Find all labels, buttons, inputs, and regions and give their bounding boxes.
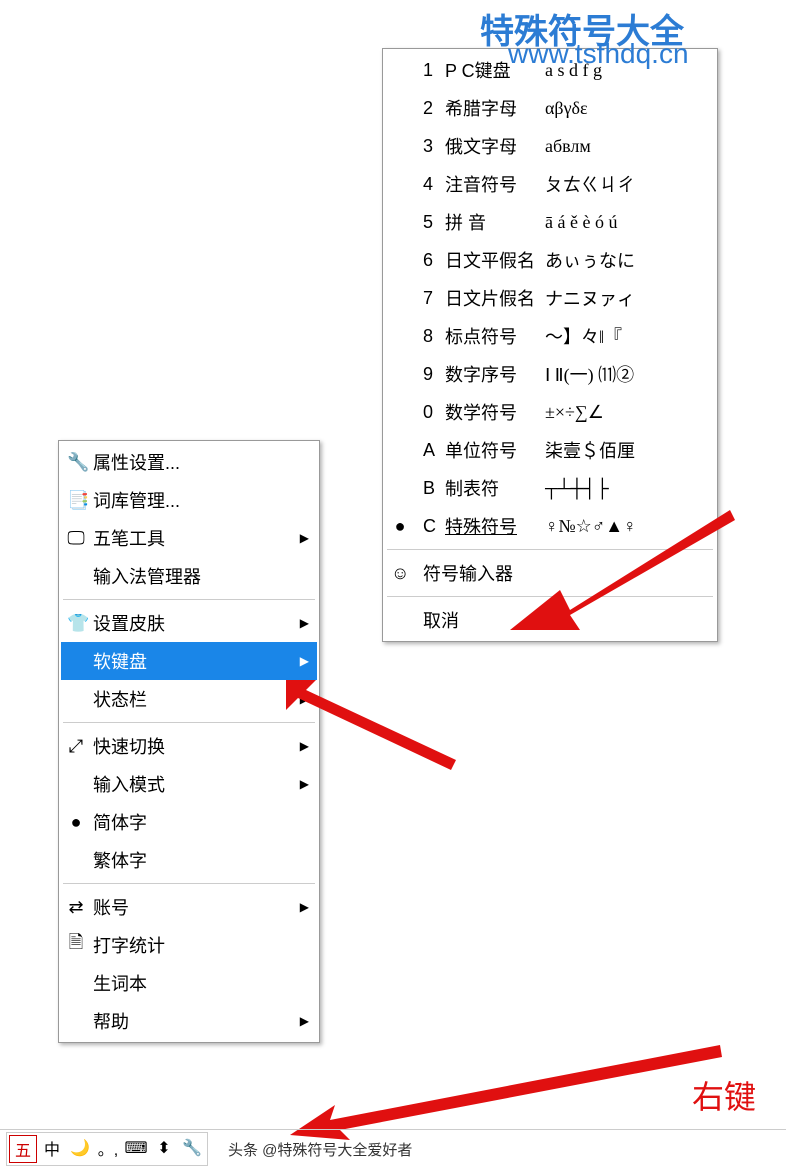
ime-toolbar-item-4[interactable]: ⌨ xyxy=(123,1135,149,1161)
menu-item-16[interactable]: 生词本 xyxy=(61,964,317,1002)
menu-label: 账号 xyxy=(93,894,129,920)
menu-label: 打字统计 xyxy=(93,932,165,958)
menu-item-9[interactable]: ⤢ 快速切换 ▶ xyxy=(61,727,317,765)
menu-label: 帮助 xyxy=(93,1008,129,1034)
annotation-right-click: 右键 xyxy=(692,1072,756,1118)
submenu-arrow-icon: ▶ xyxy=(300,692,309,706)
menu-item-1[interactable]: 📑 词库管理... xyxy=(61,481,317,519)
submenu-arrow-icon: ▶ xyxy=(300,1014,309,1028)
ime-toolbar: 五中🌙。,⌨⬍🔧 xyxy=(6,1132,208,1166)
menu-icon: ⇄ xyxy=(67,897,85,918)
ime-toolbar-item-0[interactable]: 五 xyxy=(9,1135,37,1163)
menu-label: 繁体字 xyxy=(93,847,147,873)
menu-label: 简体字 xyxy=(93,809,147,835)
softkb-item-12[interactable]: ●C特殊符号♀№☆♂▲♀ xyxy=(385,507,715,545)
submenu-arrow-icon: ▶ xyxy=(300,616,309,630)
softkb-item-7[interactable]: 8标点符号～】々‖『 xyxy=(385,317,715,355)
menu-label: 输入法管理器 xyxy=(93,563,201,589)
menu-item-10[interactable]: 输入模式 ▶ xyxy=(61,765,317,803)
menu-item-17[interactable]: 帮助 ▶ xyxy=(61,1002,317,1040)
menu-item-3[interactable]: 输入法管理器 xyxy=(61,557,317,595)
menu-label: 生词本 xyxy=(93,970,147,996)
softkb-item-11[interactable]: B制表符┬┴┼┤├ xyxy=(385,469,715,507)
ime-toolbar-item-1[interactable]: 中 xyxy=(39,1135,65,1161)
menu-icon: ⤢ xyxy=(67,736,85,757)
menu-label: 输入模式 xyxy=(93,771,165,797)
menu-item-7[interactable]: 状态栏 ▶ xyxy=(61,680,317,718)
menu-item-2[interactable]: 🖵 五笔工具 ▶ xyxy=(61,519,317,557)
softkb-item-14[interactable]: ☺符号输入器 xyxy=(385,554,715,592)
menu-icon: 🖵 xyxy=(67,528,85,549)
menu-item-14[interactable]: ⇄ 账号 ▶ xyxy=(61,888,317,926)
menu-label: 软键盘 xyxy=(93,648,147,674)
context-menu-main: 🔧属性设置...📑词库管理...🖵五笔工具▶输入法管理器👕设置皮肤▶软键盘▶状态… xyxy=(58,440,320,1043)
menu-item-5[interactable]: 👕 设置皮肤 ▶ xyxy=(61,604,317,642)
menu-icon: ● xyxy=(391,516,409,537)
menu-label: 词库管理... xyxy=(93,487,180,513)
menu-item-12[interactable]: 繁体字 xyxy=(61,841,317,879)
submenu-arrow-icon: ▶ xyxy=(300,654,309,668)
menu-icon: 🗎 xyxy=(67,930,85,960)
softkb-item-1[interactable]: 2希腊字母αβγδε xyxy=(385,89,715,127)
softkb-item-10[interactable]: A单位符号柒壹＄佰厘 xyxy=(385,431,715,469)
menu-label: 五笔工具 xyxy=(93,525,165,551)
softkb-item-2[interactable]: 3俄文字母абвлм xyxy=(385,127,715,165)
menu-label: 设置皮肤 xyxy=(93,610,165,636)
menu-icon: 🔧 xyxy=(67,452,85,473)
softkb-item-3[interactable]: 4注音符号ㄆㄊㄍㄐㄔ xyxy=(385,165,715,203)
menu-item-11[interactable]: ● 简体字 xyxy=(61,803,317,841)
menu-item-6[interactable]: 软键盘 ▶ xyxy=(61,642,317,680)
menu-item-0[interactable]: 🔧 属性设置... xyxy=(61,443,317,481)
context-menu-softkeyboard: 1P C键盘a s d f g2希腊字母αβγδε3俄文字母абвлм4注音符号… xyxy=(382,48,718,642)
submenu-arrow-icon: ▶ xyxy=(300,777,309,791)
menu-icon: ● xyxy=(67,812,85,833)
softkb-item-6[interactable]: 7日文片假名ナニヌァィ xyxy=(385,279,715,317)
submenu-arrow-icon: ▶ xyxy=(300,739,309,753)
menu-icon: ☺ xyxy=(391,563,409,584)
menu-label: 状态栏 xyxy=(93,686,147,712)
submenu-arrow-icon: ▶ xyxy=(300,531,309,545)
softkb-item-8[interactable]: 9数字序号Ⅰ Ⅱ(一) ⑾② xyxy=(385,355,715,393)
watermark-url: www.tsfhdq.cn xyxy=(508,38,689,70)
menu-label: 属性设置... xyxy=(93,449,180,475)
menu-icon: 👕 xyxy=(67,613,85,634)
softkb-item-16[interactable]: 取消 xyxy=(385,601,715,639)
softkb-item-9[interactable]: 0数学符号±×÷∑∠ xyxy=(385,393,715,431)
menu-label: 快速切换 xyxy=(93,733,165,759)
menu-icon: 📑 xyxy=(67,490,85,511)
ime-toolbar-item-2[interactable]: 🌙 xyxy=(67,1135,93,1161)
ime-status-bar: 五中🌙。,⌨⬍🔧 头条 @特殊符号大全爱好者 xyxy=(0,1129,786,1168)
submenu-arrow-icon: ▶ xyxy=(300,900,309,914)
status-caption: 头条 @特殊符号大全爱好者 xyxy=(228,1139,412,1160)
ime-toolbar-item-3[interactable]: 。, xyxy=(95,1135,121,1161)
menu-item-15[interactable]: 🗎 打字统计 xyxy=(61,926,317,964)
softkb-item-4[interactable]: 5拼 音ā á ě è ó ú xyxy=(385,203,715,241)
softkb-item-5[interactable]: 6日文平假名あぃぅなに xyxy=(385,241,715,279)
ime-toolbar-item-6[interactable]: 🔧 xyxy=(179,1135,205,1161)
ime-toolbar-item-5[interactable]: ⬍ xyxy=(151,1135,177,1161)
